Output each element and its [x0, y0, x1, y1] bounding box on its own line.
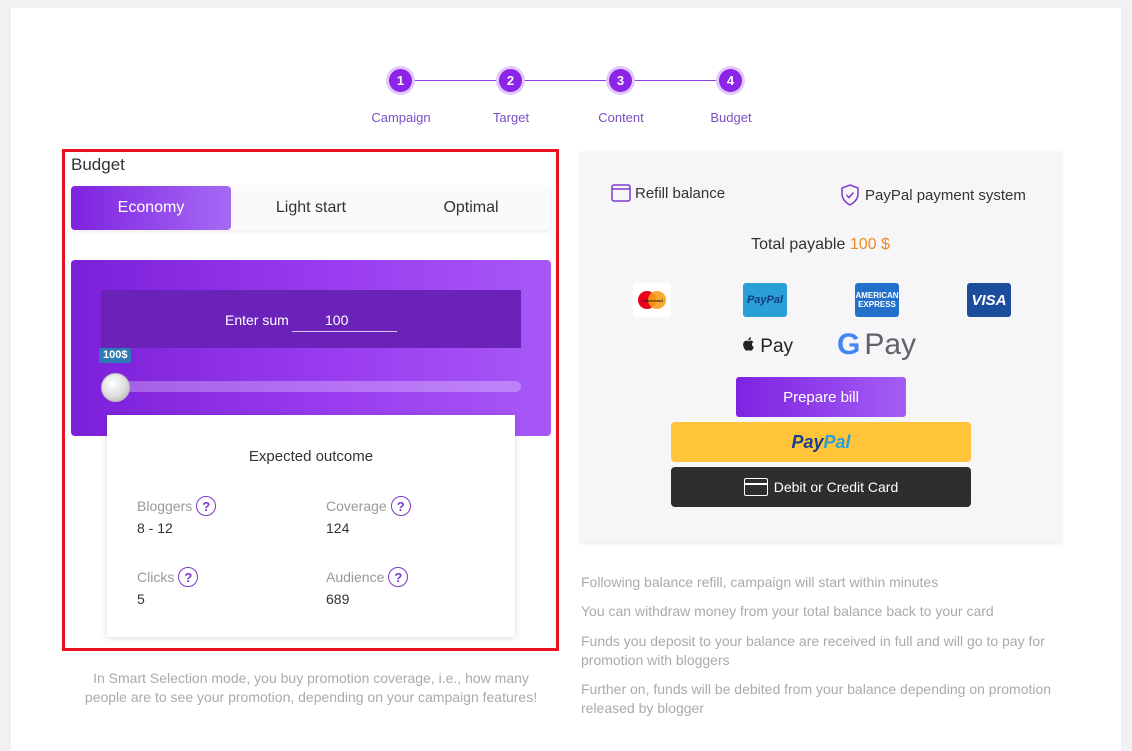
help-icon[interactable]: ? [196, 496, 217, 516]
paypal-button[interactable]: Pay Pal [671, 422, 971, 462]
amex-logo: AMERICAN EXPRESS [855, 283, 899, 317]
step-connector [522, 80, 609, 81]
info-line: You can withdraw money from your total b… [581, 603, 994, 619]
tab-optimal[interactable]: Optimal [391, 186, 551, 230]
step-2-circle[interactable]: 2 [499, 69, 522, 92]
wallet-icon [611, 184, 631, 202]
apple-pay-logo: Pay [741, 336, 793, 358]
google-pay-logo: G Pay [837, 328, 916, 362]
amex-line-1: AMERICAN [855, 291, 899, 300]
info-line: Further on, funds will be debited from y… [581, 681, 1052, 716]
step-3-circle[interactable]: 3 [609, 69, 632, 92]
budget-title: Budget [71, 155, 125, 174]
metric-label-text: Bloggers [137, 498, 193, 514]
wizard-stepper: 1 2 3 4 Campaign Target Content Budget [0, 0, 1132, 140]
metric-label-text: Coverage [326, 498, 387, 514]
mastercard-icon: mastercard [638, 291, 666, 309]
sum-input[interactable] [292, 308, 397, 332]
amex-line-2: EXPRESS [858, 300, 896, 309]
slider-value-badge: 100$ [99, 348, 132, 363]
step-connector [412, 80, 499, 81]
step-connector [632, 80, 719, 81]
tab-light-start[interactable]: Light start [231, 186, 391, 230]
step-label-campaign[interactable]: Campaign [351, 110, 451, 125]
metric-bloggers-value: 8 - 12 [137, 520, 173, 536]
metric-bloggers-label: Bloggers ? [137, 496, 217, 516]
google-pay-text: Pay [864, 328, 917, 361]
step-label-content[interactable]: Content [571, 110, 671, 125]
step-1-circle[interactable]: 1 [389, 69, 412, 92]
metric-audience-label: Audience ? [326, 567, 409, 587]
expected-outcome-title: Expected outcome [248, 448, 374, 465]
help-icon[interactable]: ? [388, 567, 409, 587]
metric-clicks-value: 5 [137, 591, 145, 607]
step-label-budget[interactable]: Budget [681, 110, 781, 125]
budget-plan-tabs: Economy Light start Optimal [71, 186, 551, 230]
smart-selection-note: In Smart Selection mode, you buy promoti… [84, 670, 538, 705]
help-icon[interactable]: ? [178, 567, 199, 587]
google-g-icon: G [837, 328, 861, 361]
step-label-target[interactable]: Target [461, 110, 561, 125]
shield-check-icon [841, 184, 859, 206]
info-line: Funds you deposit to your balance are re… [581, 633, 1045, 668]
apple-pay-text: Pay [760, 336, 794, 357]
step-4-circle[interactable]: 4 [719, 69, 742, 92]
total-payable: Total payable 100 $ [580, 236, 1061, 254]
paypal-button-pal: Pal [823, 431, 851, 452]
visa-logo: VISA [967, 283, 1011, 317]
credit-card-icon [743, 478, 768, 496]
sum-label: Enter sum [225, 312, 289, 328]
help-icon[interactable]: ? [390, 496, 411, 516]
metric-coverage-label: Coverage ? [326, 496, 411, 516]
metric-clicks-label: Clicks ? [137, 567, 199, 587]
metric-coverage-value: 124 [326, 520, 350, 536]
refill-balance[interactable]: Refill balance [611, 184, 725, 202]
amex-wordmark: AMERICAN EXPRESS [855, 291, 898, 309]
paypal-system-label: PayPal payment system [865, 186, 1026, 204]
tab-economy[interactable]: Economy [71, 186, 231, 230]
budget-slider-handle[interactable] [101, 373, 130, 402]
total-amount: 100 $ [849, 236, 890, 253]
mastercard-logo: mastercard [633, 283, 671, 317]
metric-label-text: Audience [326, 569, 385, 585]
metric-label-text: Clicks [137, 569, 175, 585]
debit-credit-card-button[interactable]: Debit or Credit Card [671, 467, 971, 507]
total-label: Total payable [751, 236, 846, 253]
metric-audience-value: 689 [326, 591, 350, 607]
budget-slider-track[interactable] [103, 381, 521, 392]
apple-icon [743, 337, 754, 351]
refill-balance-label: Refill balance [635, 184, 726, 202]
debit-credit-card-label: Debit or Credit Card [773, 479, 899, 495]
sum-panel [71, 260, 551, 436]
info-line: Following balance refill, campaign will … [581, 574, 939, 590]
mastercard-wordmark: mastercard [641, 298, 663, 303]
prepare-bill-button[interactable]: Prepare bill [736, 377, 906, 417]
paypal-logo: PayPal [743, 283, 787, 317]
paypal-payment-system: PayPal payment system [840, 184, 1026, 206]
paypal-button-pay: Pay [791, 431, 824, 452]
